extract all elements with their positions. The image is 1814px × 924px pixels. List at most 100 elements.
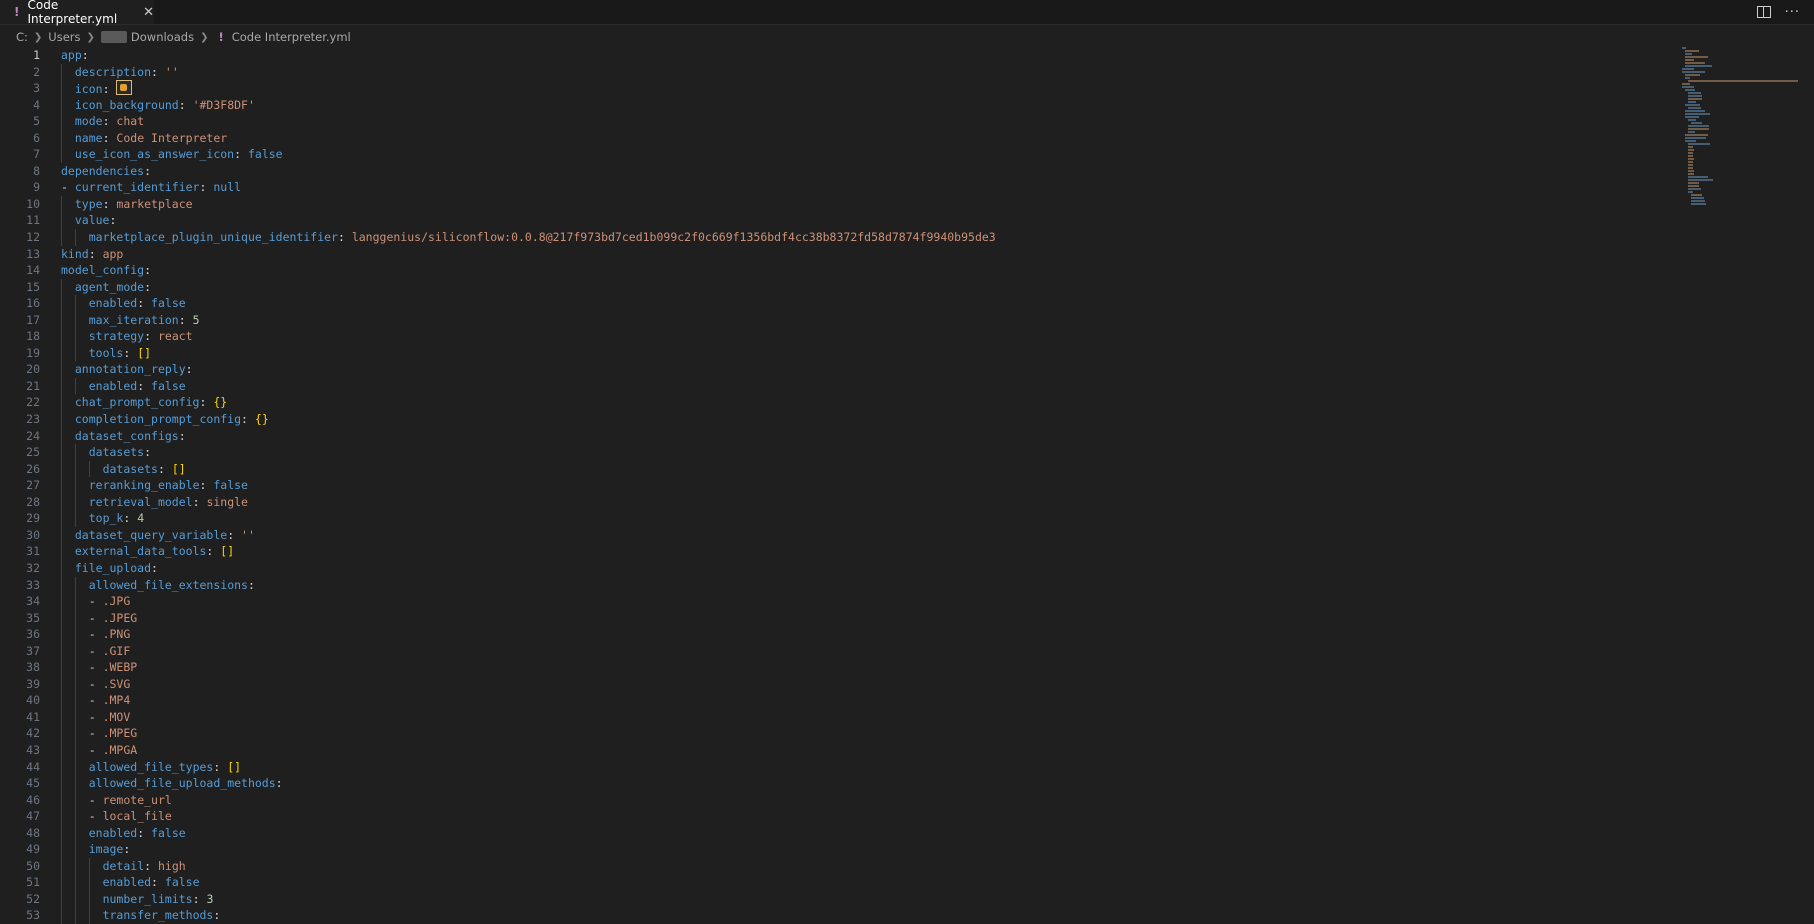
code-line[interactable]: 13 kind: app (0, 246, 1680, 263)
line-number: 53 (26, 908, 40, 923)
code-line[interactable]: 23 completion_prompt_config: {} (0, 411, 1680, 428)
code-line[interactable]: 32 file_upload: (0, 559, 1680, 577)
code-line[interactable]: 33 allowed_file_extensions: (0, 576, 1680, 594)
code-line[interactable]: 19 tools: [] (0, 344, 1680, 362)
code-line[interactable]: 37 - .GIF (0, 642, 1680, 660)
token-punc: : (102, 114, 117, 129)
code-line[interactable]: 50 detail: high (0, 857, 1680, 875)
code-line[interactable]: 7 use_icon_as_answer_icon: false (0, 146, 1680, 163)
code-line[interactable]: 1 app: (0, 47, 1680, 64)
minimap-line (1688, 173, 1695, 175)
code-line[interactable]: 53 transfer_methods: (0, 907, 1680, 924)
token-punc: : (241, 412, 255, 427)
code-line[interactable]: 35 - .JPEG (0, 609, 1680, 627)
code-line[interactable]: 41 - .MOV (0, 708, 1680, 726)
code-line[interactable]: 18 strategy: react (0, 328, 1680, 345)
code-line[interactable]: 22 chat_prompt_config: {} (0, 394, 1680, 412)
token-punc: : (102, 82, 117, 97)
code-line[interactable]: 10 type: marketplace (0, 195, 1680, 213)
code-line[interactable]: 45 allowed_file_upload_methods: (0, 775, 1680, 792)
token-punc: : (123, 345, 138, 360)
code-line[interactable]: 34 - .JPG (0, 593, 1680, 610)
code-text: icon: (75, 80, 133, 98)
code-line[interactable]: 8 dependencies: (0, 163, 1680, 180)
code-line[interactable]: 24 dataset_configs: (0, 427, 1680, 445)
line-number: 14 (26, 263, 40, 278)
line-number: 32 (26, 560, 40, 575)
code-line[interactable]: 27 reranking_enable: false (0, 477, 1680, 494)
code-line[interactable]: 14 model_config: (0, 262, 1680, 279)
code-line[interactable]: 26 datasets: [] (0, 460, 1680, 478)
line-number: 48 (26, 825, 40, 840)
code-line[interactable]: 36 - .PNG (0, 626, 1680, 643)
code-line[interactable]: 42 - .MPEG (0, 725, 1680, 742)
indent-guide (61, 444, 62, 461)
token-dash: - (88, 594, 103, 609)
line-number: 28 (26, 494, 40, 509)
code-line[interactable]: 25 datasets: (0, 444, 1680, 461)
code-line[interactable]: 52 number_limits: 3 (0, 890, 1680, 908)
code-line[interactable]: 49 image: (0, 841, 1680, 858)
minimap-line (1688, 170, 1695, 172)
token-num: 5 (192, 312, 200, 327)
code-line[interactable]: 47 - local_file (0, 808, 1680, 825)
code-line[interactable]: 43 - .MPGA (0, 741, 1680, 759)
code-line[interactable]: 9 - current_identifier: null (0, 179, 1680, 196)
code-line[interactable]: 4 icon_background: '#D3F8DF' (0, 96, 1680, 114)
minimap-line (1691, 197, 1704, 199)
breadcrumb-file[interactable]: Code Interpreter.yml (232, 30, 351, 44)
indent-guide (61, 80, 62, 97)
more-actions-icon[interactable]: ··· (1785, 5, 1800, 20)
close-icon[interactable]: ✕ (143, 5, 154, 20)
breadcrumb-downloads[interactable]: Downloads (131, 30, 194, 44)
code-line[interactable]: 6 name: Code Interpreter (0, 129, 1680, 147)
indent-guide (61, 129, 62, 147)
code-line[interactable]: 20 annotation_reply: (0, 361, 1680, 378)
code-line[interactable]: 40 - .MP4 (0, 692, 1680, 709)
breadcrumb-users[interactable]: Users (48, 30, 80, 44)
code-line[interactable]: 12 marketplace_plugin_unique_identifier: … (0, 229, 1680, 246)
code-line[interactable]: 46 - remote_url (0, 791, 1680, 809)
token-key: completion_prompt_config (74, 412, 242, 427)
code-line[interactable]: 29 top_k: 4 (0, 510, 1680, 527)
breadcrumb-drive[interactable]: C: (16, 30, 28, 44)
indent-guide (61, 195, 62, 213)
code-line[interactable]: 39 - .SVG (0, 675, 1680, 693)
code-line[interactable]: 11 value: (0, 212, 1680, 230)
code-line[interactable]: 31 external_data_tools: [] (0, 543, 1680, 560)
vertical-scrollbar[interactable] (1804, 47, 1814, 921)
redacted-username[interactable] (100, 31, 127, 43)
code-line[interactable]: 44 allowed_file_types: [] (0, 758, 1680, 776)
token-key: allowed_file_types (88, 759, 214, 774)
line-number: 1 (33, 48, 40, 62)
line-number: 4 (33, 97, 40, 112)
split-editor-icon[interactable] (1756, 6, 1771, 18)
code-line[interactable]: 38 - .WEBP (0, 659, 1680, 676)
editor-tab[interactable]: ! Code Interpreter.yml ✕ (0, 0, 154, 26)
code-line[interactable]: 17 max_iteration: 5 (0, 311, 1680, 329)
token-punc: : (227, 527, 242, 542)
token-bracket: {} (254, 412, 269, 427)
minimap[interactable] (1682, 47, 1802, 247)
minimap-line (1688, 98, 1702, 100)
code-line[interactable]: 5 mode: chat (0, 113, 1680, 130)
token-bool: false (151, 825, 186, 840)
code-line[interactable]: 48 enabled: false (0, 824, 1680, 842)
code-line[interactable]: 21 enabled: false (0, 377, 1680, 395)
code-line[interactable]: 16 enabled: false (0, 295, 1680, 312)
indent-guide (74, 493, 76, 511)
code-line[interactable]: 28 retrieval_model: single (0, 493, 1680, 511)
line-number: 34 (26, 594, 40, 609)
code-line[interactable]: 51 enabled: false (0, 874, 1680, 891)
token-punc: : (151, 64, 165, 79)
code-line[interactable]: 3 icon: (0, 80, 1680, 97)
line-number: 3 (33, 81, 40, 96)
code-line[interactable]: 15 agent_mode: (0, 278, 1680, 296)
line-number: 10 (26, 196, 40, 211)
code-line[interactable]: 2 description: '' (0, 63, 1680, 81)
code-line[interactable]: 30 dataset_query_variable: '' (0, 526, 1680, 544)
indent-guide (61, 394, 62, 412)
line-number: 44 (26, 759, 40, 774)
code-editor[interactable]: 1 app: 2 description: '' 3 icon: 4 icon_backgr… (0, 47, 1680, 924)
yaml-exclamation-icon: ! (14, 5, 20, 19)
